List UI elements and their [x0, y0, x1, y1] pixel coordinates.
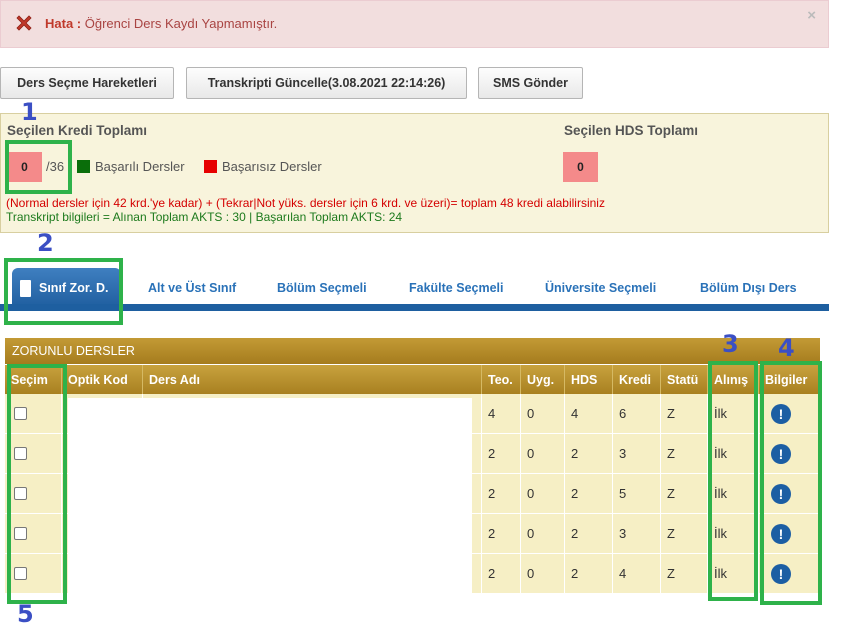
status-value: Z: [661, 474, 708, 513]
success-color-square: [77, 160, 90, 173]
legend-success-label: Başarılı Dersler: [95, 159, 185, 174]
tab-university-elective[interactable]: Üniversite Seçmeli: [545, 281, 656, 295]
col-optic-code: Optik Kod: [62, 365, 143, 394]
col-practice: Uyg.: [521, 365, 565, 394]
col-course-name: Ders Adı: [143, 365, 482, 394]
hds-value: 2: [565, 474, 613, 513]
annotation-number-2: 2: [37, 229, 54, 257]
practice-value: 0: [521, 394, 565, 433]
tab-faculty-elective[interactable]: Fakülte Seçmeli: [409, 281, 504, 295]
hds-value: 2: [565, 514, 613, 553]
course-category-tabs: Sınıf Zor. D. Alt ve Üst Sınıf Bölüm Seç…: [0, 265, 829, 313]
course-selection-history-button[interactable]: Ders Seçme Hareketleri: [0, 67, 174, 99]
fail-color-square: [204, 160, 217, 173]
error-x-icon: [16, 15, 32, 31]
practice-value: 0: [521, 474, 565, 513]
status-value: Z: [661, 514, 708, 553]
alert-separator: :: [73, 16, 82, 31]
credit-value: 3: [613, 434, 661, 473]
table-header: Seçim Optik Kod Ders Adı Teo. Uyg. HDS K…: [5, 365, 820, 394]
status-value: Z: [661, 434, 708, 473]
redacted-course-names: [68, 398, 472, 594]
credit-value: 3: [613, 514, 661, 553]
theory-value: 2: [482, 514, 521, 553]
tab-outside-department[interactable]: Bölüm Dışı Ders: [700, 281, 797, 295]
tab-bar: [0, 304, 829, 311]
annotation-number-1: 1: [21, 98, 38, 126]
update-transcript-button[interactable]: Transkripti Güncelle(3.08.2021 22:14:26): [186, 67, 467, 99]
tab-department-elective[interactable]: Bölüm Seçmeli: [277, 281, 367, 295]
transcript-akts-note: Transkript bilgileri = Alınan Toplam AKT…: [6, 210, 403, 224]
credit-value: 5: [613, 474, 661, 513]
error-alert: Hata : Öğrenci Ders Kaydı Yapmamıştır. ×: [0, 0, 829, 48]
theory-value: 2: [482, 554, 521, 593]
credit-value: 4: [613, 554, 661, 593]
hds-value: 2: [565, 434, 613, 473]
hds-total-value: 0: [563, 152, 598, 182]
highlight-box-1: [5, 140, 72, 194]
alert-text: Öğrenci Ders Kaydı Yapmamıştır.: [81, 16, 278, 31]
col-credit: Kredi: [613, 365, 661, 394]
highlight-box-5: [7, 364, 67, 604]
hds-value: 4: [565, 394, 613, 433]
tab-lower-upper-class[interactable]: Alt ve Üst Sınıf: [148, 281, 236, 295]
theory-value: 2: [482, 474, 521, 513]
alert-message: Hata : Öğrenci Ders Kaydı Yapmamıştır.: [45, 16, 277, 31]
legend-success: Başarılı Dersler: [77, 159, 185, 174]
theory-value: 2: [482, 434, 521, 473]
legend-fail: Başarısız Dersler: [204, 159, 322, 174]
practice-value: 0: [521, 554, 565, 593]
col-hds: HDS: [565, 365, 613, 394]
credit-summary-panel: Seçilen Kredi Toplamı 0 /36 Başarılı Der…: [0, 113, 829, 233]
practice-value: 0: [521, 434, 565, 473]
practice-value: 0: [521, 514, 565, 553]
credit-rule-note: (Normal dersler için 42 krd.'ye kadar) +…: [6, 196, 605, 210]
highlight-box-4: [760, 361, 822, 605]
credit-value: 6: [613, 394, 661, 433]
hds-value: 2: [565, 554, 613, 593]
highlight-box-3: [708, 361, 758, 601]
section-header: ZORUNLU DERSLER: [5, 338, 820, 364]
col-theory: Teo.: [482, 365, 521, 394]
legend-fail-label: Başarısız Dersler: [222, 159, 322, 174]
col-status: Statü: [661, 365, 708, 394]
hds-total-title: Seçilen HDS Toplamı: [564, 123, 699, 138]
alert-close-button[interactable]: ×: [807, 7, 816, 24]
highlight-box-2: [4, 258, 123, 325]
status-value: Z: [661, 554, 708, 593]
annotation-number-4: 4: [778, 334, 795, 362]
annotation-number-5: 5: [17, 600, 34, 628]
theory-value: 4: [482, 394, 521, 433]
annotation-number-3: 3: [722, 330, 739, 358]
send-sms-button[interactable]: SMS Gönder: [478, 67, 583, 99]
alert-label: Hata: [45, 16, 74, 31]
status-value: Z: [661, 394, 708, 433]
